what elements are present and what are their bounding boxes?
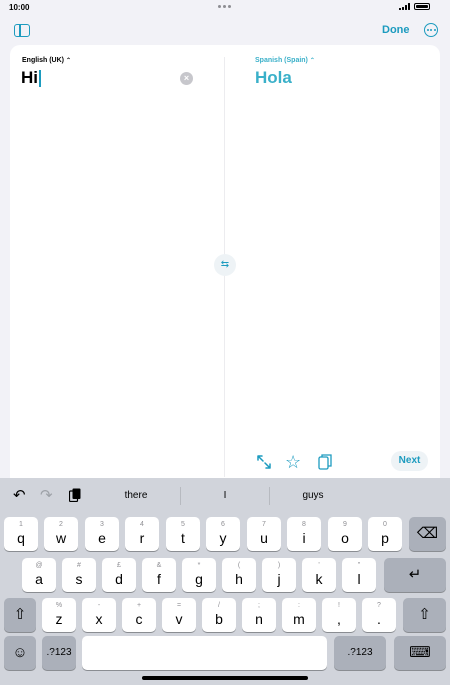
key-comma[interactable]: !,: [322, 598, 356, 632]
swap-languages-icon[interactable]: ⇆: [214, 254, 236, 276]
suggestion-1[interactable]: there: [91, 490, 181, 501]
key-p[interactable]: 0p: [368, 517, 402, 551]
keyboard-dismiss-icon: ⌨: [409, 644, 431, 661]
toolbar: Done: [0, 16, 450, 44]
wifi-icon: [399, 3, 410, 10]
keyboard: ↶ ↷ there I guys 1q 2w 3e 4r 5t 6y 7u 8i…: [0, 478, 450, 685]
key-i[interactable]: 8i: [287, 517, 321, 551]
shift-key-right[interactable]: ⇧: [403, 598, 446, 632]
key-g[interactable]: * g: [182, 558, 216, 592]
suggestion-3[interactable]: guys: [268, 490, 358, 501]
key-period[interactable]: ?.: [362, 598, 396, 632]
delete-key[interactable]: ⌫: [409, 517, 446, 551]
source-text-input[interactable]: Hi: [21, 68, 41, 88]
key-n[interactable]: ; n: [242, 598, 276, 632]
more-options-icon[interactable]: [424, 23, 438, 37]
key-y[interactable]: 6y: [206, 517, 240, 551]
multitasking-icon[interactable]: [218, 5, 231, 8]
shift-icon: ⇧: [418, 606, 431, 623]
return-key[interactable]: ↵: [384, 558, 446, 592]
battery-icon: [414, 3, 430, 10]
status-bar: 10:00: [0, 0, 450, 16]
shift-icon: ⇧: [13, 606, 27, 623]
translation-card: English (UK) ⌃ Hi × Spanish (Spain) ⌃ Hola…: [10, 45, 440, 478]
translated-text: Hola: [255, 68, 292, 87]
key-x[interactable]: -x: [82, 598, 116, 632]
suggestion-2[interactable]: I: [180, 490, 270, 501]
done-button[interactable]: Done: [382, 24, 410, 36]
home-indicator[interactable]: [142, 676, 308, 680]
sidebar-toggle-icon[interactable]: [14, 24, 30, 37]
suggestion-bar: ↶ ↷ there I guys: [0, 478, 450, 513]
redo-icon[interactable]: ↷: [40, 488, 53, 503]
clear-text-icon[interactable]: ×: [180, 72, 193, 85]
backspace-icon: ⌫: [416, 525, 439, 542]
source-text: Hi: [21, 68, 38, 87]
target-language-label: Spanish (Spain): [255, 57, 308, 64]
expand-icon[interactable]: [257, 455, 271, 469]
key-j[interactable]: ) j: [262, 558, 296, 592]
chevron-up-down-icon: ⌃: [309, 58, 315, 64]
paste-icon[interactable]: [69, 488, 81, 502]
key-d[interactable]: £ d: [102, 558, 136, 592]
numbers-key-right[interactable]: .?123: [334, 636, 386, 670]
key-z[interactable]: % z: [42, 598, 76, 632]
emoji-icon: ☺: [12, 644, 28, 661]
key-o[interactable]: 9o: [328, 517, 362, 551]
key-e[interactable]: 3e: [85, 517, 119, 551]
key-u[interactable]: 7u: [247, 517, 281, 551]
emoji-key[interactable]: ☺: [4, 636, 36, 670]
key-b[interactable]: / b: [202, 598, 236, 632]
favorite-star-icon[interactable]: ☆: [285, 453, 301, 471]
key-t[interactable]: 5t: [166, 517, 200, 551]
key-c[interactable]: + c: [122, 598, 156, 632]
undo-icon[interactable]: ↶: [13, 488, 26, 503]
source-language-selector[interactable]: English (UK) ⌃: [22, 57, 71, 64]
key-q[interactable]: 1q: [4, 517, 38, 551]
copy-icon[interactable]: [318, 454, 332, 470]
next-button[interactable]: Next: [391, 451, 428, 471]
target-language-selector[interactable]: Spanish (Spain) ⌃: [255, 57, 315, 64]
chevron-up-down-icon: ⌃: [66, 58, 72, 64]
key-w[interactable]: 2w: [44, 517, 78, 551]
shift-key-left[interactable]: ⇧: [4, 598, 36, 632]
key-h[interactable]: (h: [222, 558, 256, 592]
key-a[interactable]: @ a: [22, 558, 56, 592]
key-f[interactable]: & f: [142, 558, 176, 592]
key-m[interactable]: :m: [282, 598, 316, 632]
return-icon: ↵: [408, 566, 422, 583]
text-cursor: [39, 69, 41, 87]
dismiss-keyboard-key[interactable]: ⌨: [394, 636, 446, 670]
source-language-label: English (UK): [22, 57, 64, 64]
key-k[interactable]: ' k: [302, 558, 336, 592]
numbers-key-left[interactable]: .?123: [42, 636, 76, 670]
key-r[interactable]: 4r: [125, 517, 159, 551]
key-s[interactable]: # s: [62, 558, 96, 592]
key-l[interactable]: " l: [342, 558, 376, 592]
key-v[interactable]: = v: [162, 598, 196, 632]
space-bar[interactable]: [82, 636, 327, 670]
status-time: 10:00: [9, 3, 30, 12]
